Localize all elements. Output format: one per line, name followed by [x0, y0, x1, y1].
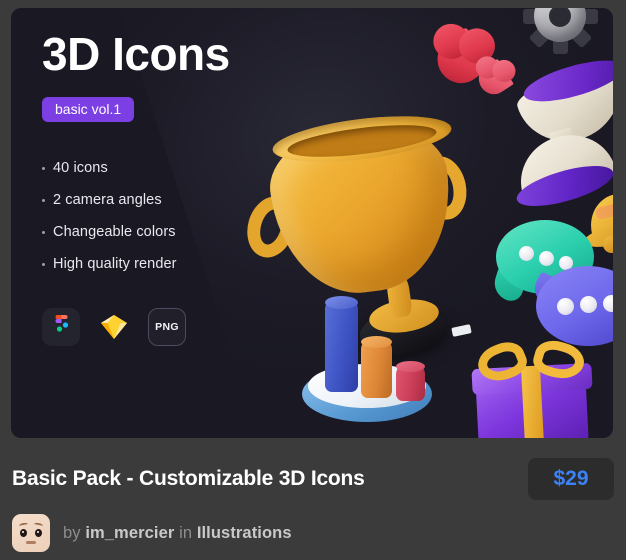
- feature-label: High quality render: [53, 256, 177, 273]
- in-label: in: [179, 523, 193, 542]
- chart-icon-base: [302, 366, 432, 422]
- preview-info-column: 3D Icons basic vol.1 40 icons 2 camera a…: [42, 28, 292, 347]
- trophy-handle-right: [413, 151, 473, 225]
- gift-icon-ribbon: [520, 365, 545, 438]
- trophy-icon-cup: [263, 113, 461, 303]
- trophy-plate: [367, 295, 441, 337]
- chat-dot: [559, 256, 573, 270]
- chat-dot: [580, 296, 597, 313]
- chart-bar-orange-cap: [361, 336, 392, 348]
- author-link[interactable]: im_mercier: [85, 524, 174, 542]
- chat-bubble-teal-tail: [490, 266, 528, 304]
- bell-icon-base: [581, 215, 613, 253]
- avatar-eyebrow-left: [18, 522, 29, 528]
- chat-bubble-blue-tail: [529, 271, 567, 309]
- feature-list: 40 icons 2 camera angles Changeable colo…: [42, 160, 292, 272]
- format-badge-row: PNG: [42, 308, 292, 347]
- hourglass-waist: [548, 127, 576, 153]
- sketch-icon[interactable]: [95, 308, 133, 346]
- pack-title[interactable]: Basic Pack - Customizable 3D Icons: [12, 467, 365, 491]
- heart-icon-small: [470, 54, 518, 100]
- avatar[interactable]: [12, 514, 50, 552]
- bullet-dot-icon: [42, 199, 45, 203]
- gear-tooth: [570, 26, 592, 48]
- chat-bubble-blue-icon: [536, 266, 613, 346]
- gift-icon-body: [475, 371, 589, 438]
- byline-row: by im_mercier in Illustrations: [12, 514, 292, 552]
- feature-label: Changeable colors: [53, 224, 176, 241]
- gear-tooth: [528, 26, 550, 48]
- list-item: High quality render: [42, 256, 292, 272]
- bullet-dot-icon: [42, 263, 45, 267]
- chat-bubble-teal-icon: [496, 220, 594, 294]
- gear-icon: [522, 8, 598, 54]
- avatar-mouth: [26, 541, 36, 544]
- hourglass-top-lid: [519, 52, 613, 110]
- avatar-eyebrow-right: [33, 522, 44, 528]
- trophy-base: [357, 304, 449, 360]
- gear-tooth: [552, 38, 568, 54]
- chat-dot: [603, 295, 613, 312]
- by-label: by: [63, 523, 81, 542]
- gift-icon-bow-left: [473, 336, 531, 388]
- heart-lobe: [430, 21, 473, 62]
- gear-tooth: [522, 8, 538, 24]
- hourglass-bottom-bulb: [510, 123, 613, 211]
- gift-icon-lid: [471, 362, 593, 396]
- bell-icon-band: [594, 195, 613, 221]
- volume-badge: basic vol.1: [42, 97, 135, 123]
- chat-dot: [557, 298, 574, 315]
- trophy-nameplate: [451, 324, 472, 337]
- hourglass-top-bulb: [513, 62, 613, 154]
- list-item: 2 camera angles: [42, 192, 292, 208]
- gear-hole: [549, 8, 571, 27]
- price-badge[interactable]: $29: [528, 458, 614, 500]
- hourglass-bottom-lid: [512, 157, 613, 215]
- chat-dot: [519, 246, 534, 261]
- heart-lobe: [490, 57, 518, 85]
- gear-body: [534, 8, 586, 42]
- trophy-stem: [385, 271, 413, 319]
- chat-dot: [539, 251, 554, 266]
- feature-label: 2 camera angles: [53, 192, 162, 209]
- avatar-eye-right: [35, 529, 42, 537]
- product-footer: Basic Pack - Customizable 3D Icons $29 b…: [0, 438, 626, 560]
- chart-bar-blue: [325, 300, 358, 392]
- chart-icon-platform: [308, 364, 426, 408]
- heart-lobe: [456, 25, 498, 67]
- title-row: Basic Pack - Customizable 3D Icons $29: [12, 458, 614, 500]
- category-link[interactable]: Illustrations: [197, 524, 292, 542]
- chart-bar-red: [396, 365, 425, 401]
- bell-icon-clapper: [603, 236, 613, 253]
- avatar-eye-left: [20, 529, 27, 537]
- product-card-page: 3D Icons basic vol.1 40 icons 2 camera a…: [0, 0, 626, 560]
- bullet-dot-icon: [42, 167, 45, 171]
- product-title: 3D Icons: [42, 28, 230, 80]
- gear-tooth: [582, 8, 598, 24]
- trophy-rim: [270, 108, 454, 170]
- gift-icon-bow-right: [530, 335, 588, 385]
- heart-tip: [429, 27, 494, 92]
- list-item: 40 icons: [42, 160, 292, 176]
- png-format-badge[interactable]: PNG: [148, 308, 186, 347]
- chart-bar-blue-cap: [325, 296, 358, 309]
- byline-text: by im_mercier in Illustrations: [63, 524, 292, 543]
- heart-tip: [473, 58, 514, 100]
- chart-bar-red-cap: [396, 361, 425, 372]
- heart-icon-large: [426, 21, 498, 92]
- feature-label: 40 icons: [53, 160, 108, 177]
- heart-lobe: [473, 54, 502, 81]
- bullet-dot-icon: [42, 231, 45, 235]
- chart-bar-orange: [361, 340, 392, 398]
- product-preview-card[interactable]: 3D Icons basic vol.1 40 icons 2 camera a…: [11, 8, 613, 438]
- list-item: Changeable colors: [42, 224, 292, 240]
- figma-icon[interactable]: [42, 308, 80, 347]
- bell-icon-body: [584, 187, 613, 249]
- trophy-rim-inner: [285, 118, 439, 164]
